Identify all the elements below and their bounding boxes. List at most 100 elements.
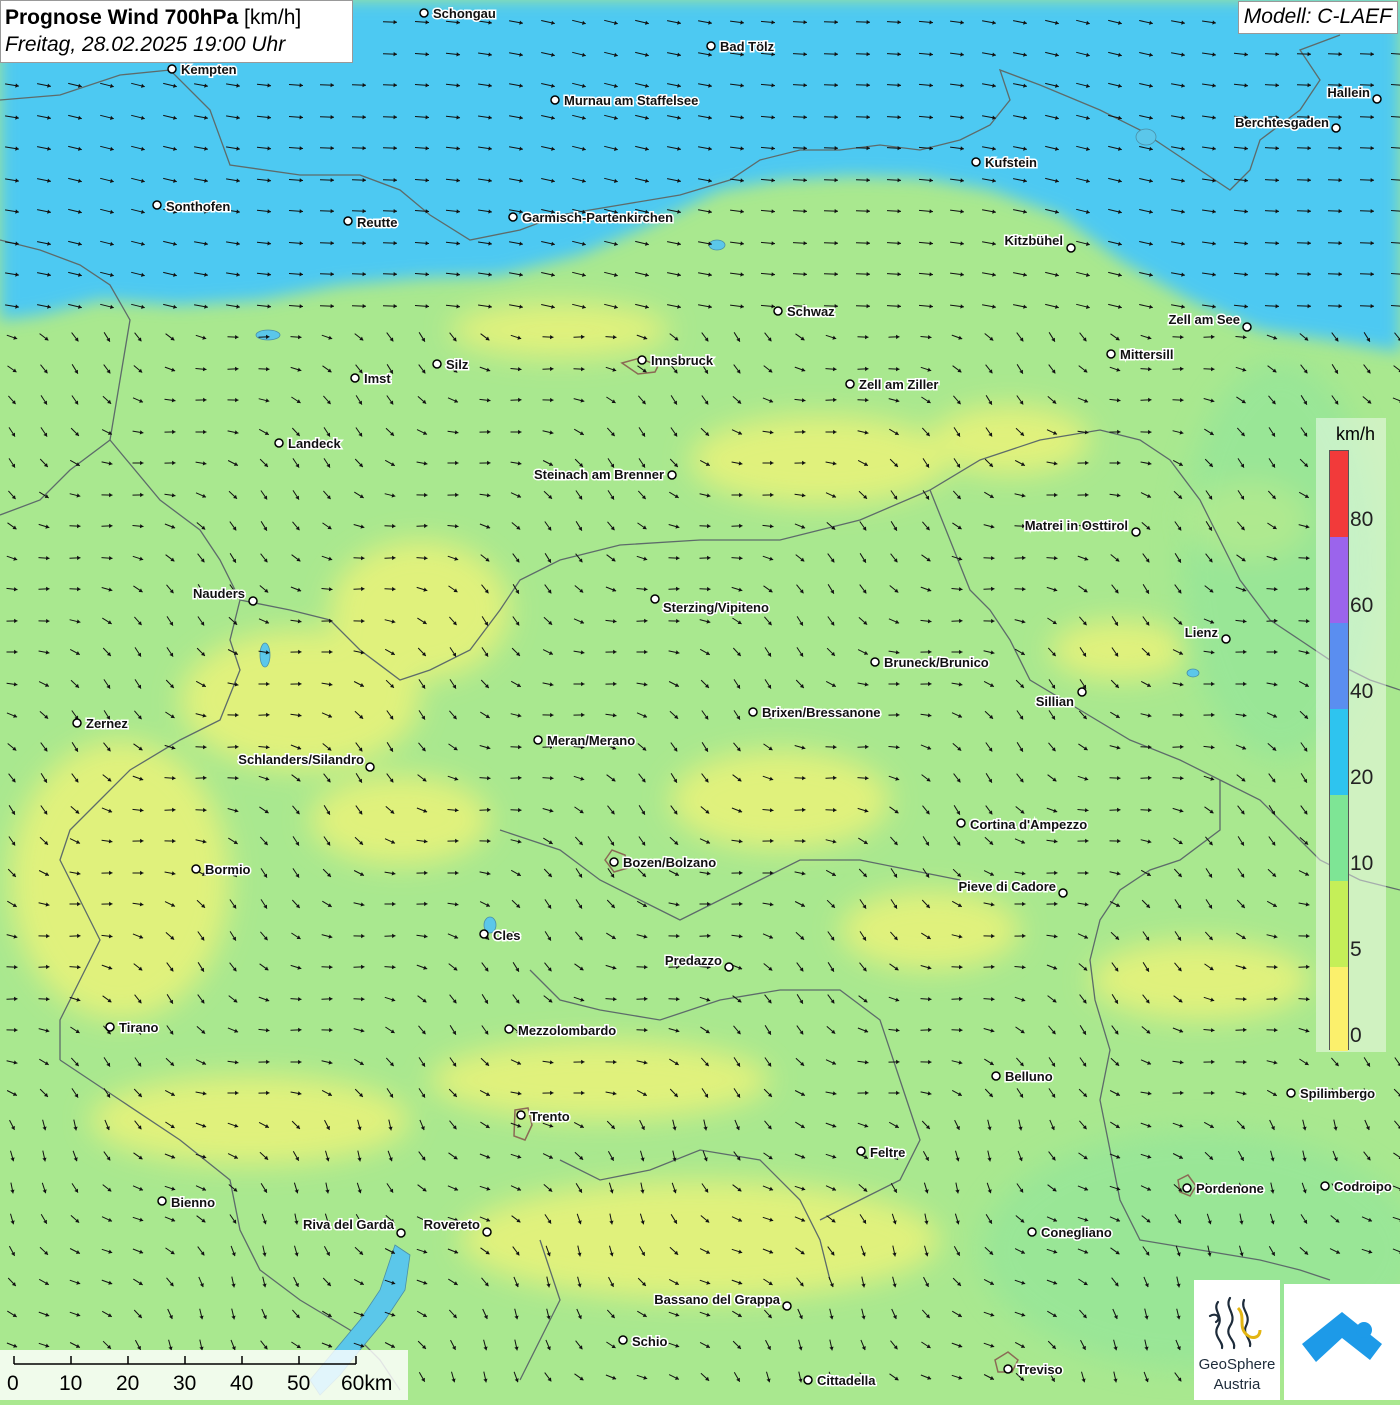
svg-text:Matrei in Osttirol: Matrei in Osttirol xyxy=(1025,518,1128,533)
svg-text:Bruneck/Brunico: Bruneck/Brunico xyxy=(884,655,989,670)
forecast-title: Prognose Wind 700hPa [km/h] xyxy=(5,4,348,31)
legend-label-60: 60 xyxy=(1350,594,1373,618)
svg-text:Feltre: Feltre xyxy=(870,1145,905,1160)
svg-text:Rovereto: Rovereto xyxy=(424,1217,480,1232)
legend-label-20: 20 xyxy=(1350,766,1373,790)
svg-text:Bad Tölz: Bad Tölz xyxy=(720,39,775,54)
city-spilimbergo[interactable]: Spilimbergo xyxy=(1287,1086,1375,1101)
legend-seg-0 xyxy=(1330,967,1348,1051)
svg-text:Kufstein: Kufstein xyxy=(985,155,1037,170)
svg-text:Garmisch-Partenkirchen: Garmisch-Partenkirchen xyxy=(522,210,673,225)
svg-text:Steinach am Brenner: Steinach am Brenner xyxy=(534,467,664,482)
forecast-datetime: Freitag, 28.02.2025 19:00 Uhr xyxy=(5,31,348,58)
model-label: Modell: C-LAEF xyxy=(1238,1,1398,34)
legend-label-80: 80 xyxy=(1350,508,1373,532)
legend-label-10: 10 xyxy=(1350,852,1373,876)
svg-text:Treviso: Treviso xyxy=(1017,1362,1063,1377)
legend-color-bar xyxy=(1329,450,1349,1050)
city-meran[interactable]: Meran/Merano xyxy=(534,733,635,748)
svg-text:Murnau am Staffelsee: Murnau am Staffelsee xyxy=(564,93,698,108)
svg-text:Zernez: Zernez xyxy=(86,716,128,731)
geosphere-name: GeoSphere xyxy=(1194,1356,1280,1373)
svg-text:Silz: Silz xyxy=(446,357,469,372)
city-zell-am-ziller[interactable]: Zell am Ziller xyxy=(846,377,938,392)
svg-text:Schongau: Schongau xyxy=(433,6,496,21)
legend-seg-5 xyxy=(1330,881,1348,967)
svg-text:Innsbruck: Innsbruck xyxy=(651,353,714,368)
legend-label-40: 40 xyxy=(1350,680,1373,704)
svg-text:Schlanders/Silandro: Schlanders/Silandro xyxy=(238,752,364,767)
svg-text:Schio: Schio xyxy=(632,1334,667,1349)
city-steinach[interactable]: Steinach am Brenner xyxy=(534,467,676,482)
scale-label-30: 30 xyxy=(173,1372,196,1396)
chevron-cloud-icon xyxy=(1284,1284,1400,1400)
svg-text:Kempten: Kempten xyxy=(181,62,237,77)
scale-label-0: 0 xyxy=(7,1372,19,1396)
city-bruneck[interactable]: Bruneck/Brunico xyxy=(871,655,989,670)
svg-text:Mezzolombardo: Mezzolombardo xyxy=(518,1023,616,1038)
svg-text:Mittersill: Mittersill xyxy=(1120,347,1173,362)
svg-text:Sillian: Sillian xyxy=(1036,694,1074,709)
city-berchtesgaden[interactable]: Berchtesgaden xyxy=(1235,115,1340,132)
svg-text:Bassano del Grappa: Bassano del Grappa xyxy=(654,1292,780,1307)
svg-text:Reutte: Reutte xyxy=(357,215,397,230)
svg-text:Belluno: Belluno xyxy=(1005,1069,1053,1084)
svg-text:Brixen/Bressanone: Brixen/Bressanone xyxy=(762,705,881,720)
city-conegliano[interactable]: Conegliano xyxy=(1028,1225,1112,1240)
forecast-title-box: Prognose Wind 700hPa [km/h] Freitag, 28.… xyxy=(0,0,353,63)
city-brixen[interactable]: Brixen/Bressanone xyxy=(749,705,881,720)
svg-text:Nauders: Nauders xyxy=(193,586,245,601)
scale-label-10: 10 xyxy=(59,1372,82,1396)
city-pordenone[interactable]: Pordenone xyxy=(1183,1181,1264,1196)
city-cortina[interactable]: Cortina d'Ampezzo xyxy=(957,817,1087,832)
scale-label-50: 50 xyxy=(287,1372,310,1396)
svg-text:Trento: Trento xyxy=(530,1109,570,1124)
geosphere-country: Austria xyxy=(1194,1376,1280,1393)
legend-seg-40 xyxy=(1330,623,1348,709)
svg-text:Zell am Ziller: Zell am Ziller xyxy=(859,377,938,392)
svg-text:Meran/Merano: Meran/Merano xyxy=(547,733,635,748)
svg-text:Conegliano: Conegliano xyxy=(1041,1225,1112,1240)
city-mezzolombardo[interactable]: Mezzolombardo xyxy=(505,1023,616,1038)
svg-text:Hallein: Hallein xyxy=(1327,85,1370,100)
svg-text:Codroipo: Codroipo xyxy=(1334,1179,1392,1194)
svg-text:Bormio: Bormio xyxy=(205,862,251,877)
svg-text:Riva del Garda: Riva del Garda xyxy=(303,1217,395,1232)
svg-text:Spilimbergo: Spilimbergo xyxy=(1300,1086,1375,1101)
legend-seg-60 xyxy=(1330,537,1348,623)
svg-text:Kitzbühel: Kitzbühel xyxy=(1005,233,1064,248)
svg-text:Cortina d'Ampezzo: Cortina d'Ampezzo xyxy=(970,817,1087,832)
svg-text:Predazzo: Predazzo xyxy=(665,953,722,968)
svg-text:Pordenone: Pordenone xyxy=(1196,1181,1264,1196)
scale-label-20: 20 xyxy=(116,1372,139,1396)
svg-text:Pieve di Cadore: Pieve di Cadore xyxy=(958,879,1056,894)
wind-forecast-map[interactable]: Schongau Bad Tölz Kempten Murnau am Staf… xyxy=(0,0,1400,1400)
scale-bar-ruler xyxy=(0,1350,408,1374)
svg-text:Cles: Cles xyxy=(493,928,520,943)
geosphere-emblem-icon xyxy=(1194,1282,1280,1356)
svg-text:Sonthofen: Sonthofen xyxy=(166,199,230,214)
svg-text:Imst: Imst xyxy=(364,371,391,386)
svg-text:Bienno: Bienno xyxy=(171,1195,215,1210)
svg-text:Berchtesgaden: Berchtesgaden xyxy=(1235,115,1329,130)
city-murnau[interactable]: Murnau am Staffelsee xyxy=(551,93,698,108)
legend-seg-80 xyxy=(1330,451,1348,537)
city-garmisch[interactable]: Garmisch-Partenkirchen xyxy=(509,210,673,225)
city-bozen[interactable]: Bozen/Bolzano xyxy=(610,855,716,870)
legend-label-0: 0 xyxy=(1350,1024,1362,1048)
geosphere-logo[interactable]: GeoSphere Austria xyxy=(1194,1280,1280,1400)
svg-text:Sterzing/Vipiteno: Sterzing/Vipiteno xyxy=(663,600,769,615)
legend-seg-20 xyxy=(1330,709,1348,795)
legend-label-5: 5 xyxy=(1350,938,1362,962)
color-legend: km/h 80 60 40 20 10 5 0 xyxy=(1316,418,1386,1052)
app-logo-icon[interactable] xyxy=(1284,1284,1400,1400)
scale-label-40: 40 xyxy=(230,1372,253,1396)
svg-text:Lienz: Lienz xyxy=(1185,625,1219,640)
svg-text:Cittadella: Cittadella xyxy=(817,1373,876,1388)
scale-bar: 0 10 20 30 40 50 60km xyxy=(0,1350,408,1400)
svg-text:Landeck: Landeck xyxy=(288,436,342,451)
legend-seg-10 xyxy=(1330,795,1348,881)
legend-unit: km/h xyxy=(1336,424,1375,445)
svg-text:Bozen/Bolzano: Bozen/Bolzano xyxy=(623,855,716,870)
svg-text:Zell am See: Zell am See xyxy=(1168,312,1240,327)
